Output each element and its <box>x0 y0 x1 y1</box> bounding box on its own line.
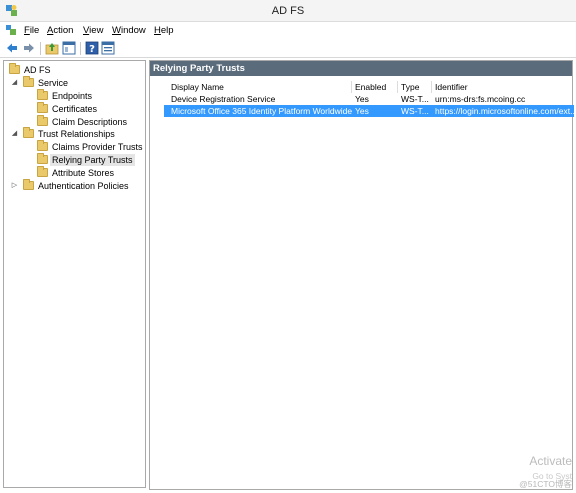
folder-icon <box>23 76 34 87</box>
column-header-enabled[interactable]: Enabled <box>352 81 398 93</box>
folder-icon <box>9 63 20 74</box>
folder-icon <box>23 179 34 190</box>
results-header: Relying Party Trusts <box>150 61 572 76</box>
table-row-selected[interactable]: Microsoft Office 365 Identity Platform W… <box>164 105 574 117</box>
blog-watermark: @51CTO博客 <box>519 479 572 489</box>
folder-icon <box>23 127 34 138</box>
folder-icon <box>37 166 48 177</box>
show-hide-tree-icon[interactable] <box>62 41 76 55</box>
menu-help[interactable]: Help <box>154 25 174 36</box>
table-row[interactable]: Device Registration Service Yes WS-T... … <box>164 93 574 105</box>
forward-arrow-icon[interactable] <box>22 41 36 55</box>
menu-bar: File Action View Window Help <box>0 22 576 39</box>
folder-icon <box>37 153 48 164</box>
properties-icon[interactable] <box>101 41 115 55</box>
menu-window[interactable]: Window <box>112 25 146 36</box>
expander-expanded-icon[interactable]: ◢ <box>11 128 18 140</box>
activation-watermark: Activate <box>529 454 572 468</box>
results-pane: Relying Party Trusts Display Name Enable… <box>149 60 574 490</box>
help-icon[interactable]: ? <box>85 41 99 55</box>
column-header-identifier[interactable]: Identifier <box>432 81 574 93</box>
folder-icon <box>37 115 48 126</box>
menu-file[interactable]: File <box>24 25 39 36</box>
expander-expanded-icon[interactable]: ◢ <box>11 77 18 89</box>
up-folder-icon[interactable] <box>45 41 59 55</box>
menu-view[interactable]: View <box>83 25 103 36</box>
toolbar-separator <box>80 42 81 55</box>
console-tree[interactable]: AD FS ◢ Service Endpoints Certificates C… <box>3 60 146 488</box>
column-header-type[interactable]: Type <box>398 81 432 93</box>
toolbar: ? <box>0 39 576 58</box>
svg-text:?: ? <box>89 44 95 55</box>
system-menu-icon[interactable] <box>5 24 17 36</box>
toolbar-separator <box>40 42 41 55</box>
window-title: AD FS <box>271 5 305 17</box>
expander-collapsed-icon[interactable]: ▷ <box>11 180 18 192</box>
column-header-display-name[interactable]: Display Name <box>168 81 352 93</box>
menu-action[interactable]: Action <box>47 25 73 36</box>
folder-icon <box>37 140 48 151</box>
title-bar: AD FS <box>0 0 576 22</box>
back-arrow-icon[interactable] <box>5 41 19 55</box>
folder-icon <box>37 102 48 113</box>
folder-icon <box>37 89 48 100</box>
